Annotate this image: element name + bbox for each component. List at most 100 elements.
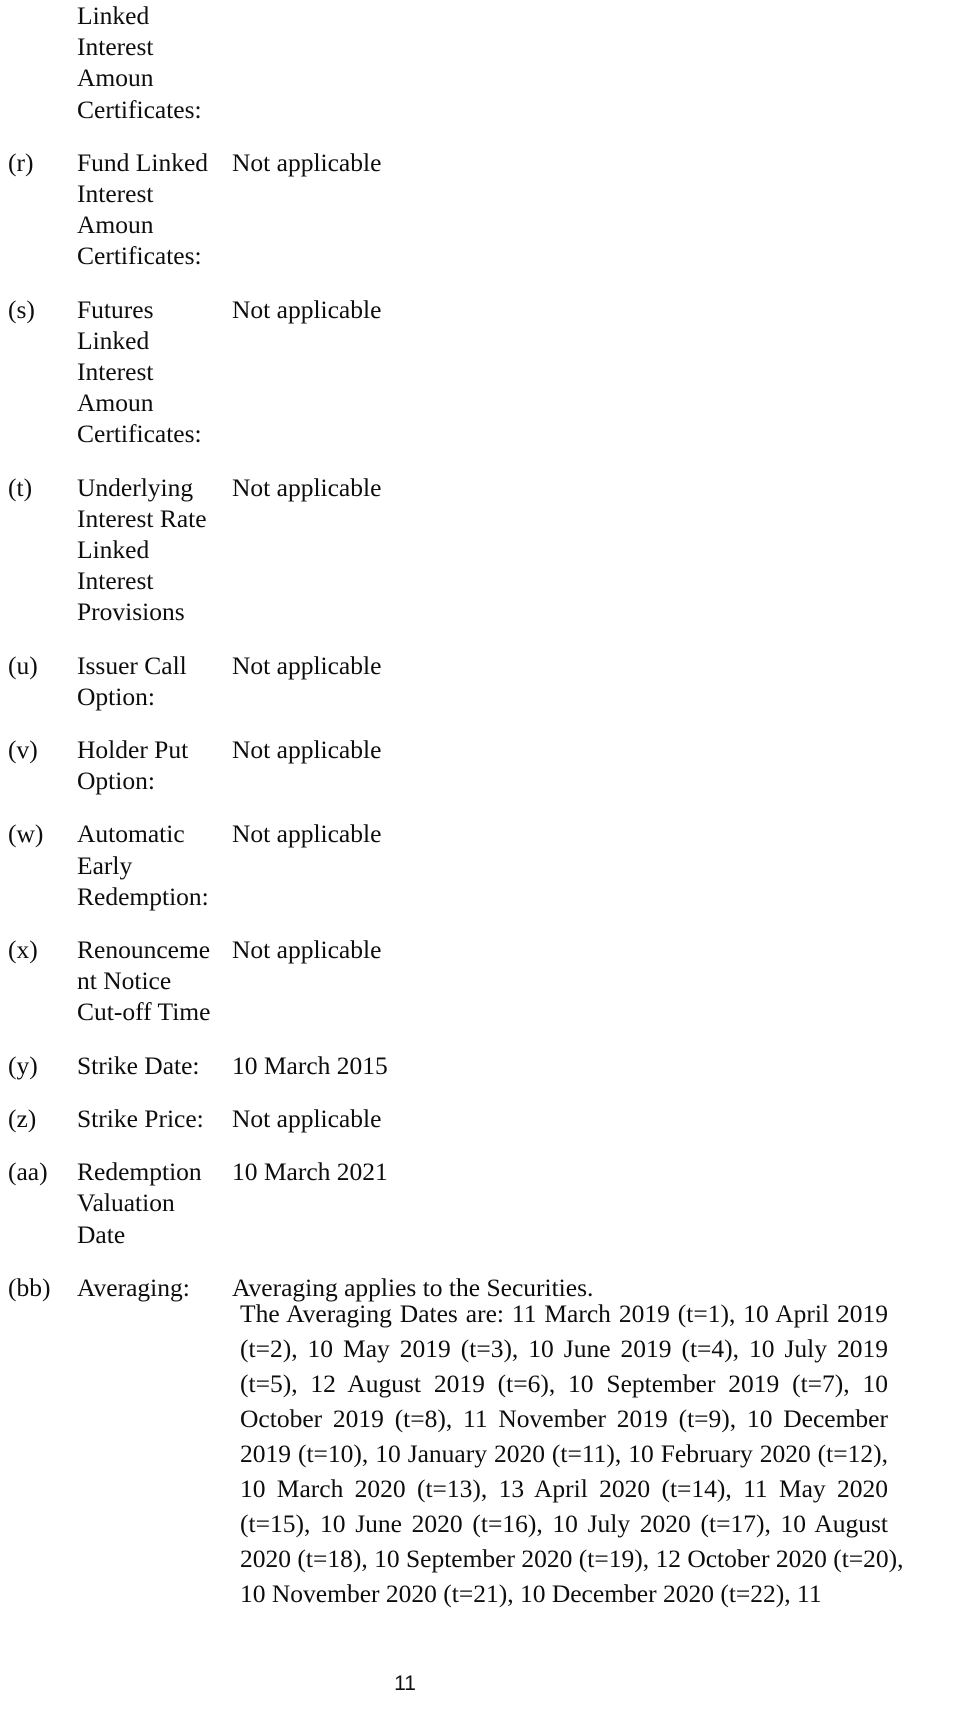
term-value: Not applicable: [232, 472, 382, 502]
spacer-cell: [232, 796, 930, 818]
spacer-cell: [0, 796, 77, 818]
spacer-cell: [232, 628, 930, 650]
spacer-cell: [232, 125, 930, 147]
row-spacer: [0, 712, 930, 734]
spacer-cell: [232, 1134, 930, 1156]
spacer-cell: [77, 1250, 232, 1272]
row-spacer: [0, 272, 930, 294]
spacer-cell: [232, 272, 930, 294]
spacer-cell: [77, 796, 232, 818]
row-spacer: [0, 796, 930, 818]
term-name: Automatic Early Redemption:: [77, 818, 232, 912]
table-row: (z) Strike Price: Not applicable: [0, 1103, 930, 1134]
spacer-cell: [77, 1081, 232, 1103]
term-value: Not applicable: [232, 1103, 382, 1133]
term-name-line: Certificates:: [77, 94, 202, 124]
averaging-dates-line: (t=15), 10 June 2020 (t=16), 10 July 202…: [240, 1509, 888, 1538]
spacer-cell: [232, 1028, 930, 1050]
averaging-dates-paragraph: The Averaging Dates are: 11 March 2019 (…: [240, 1296, 904, 1611]
term-value: Not applicable: [232, 935, 382, 965]
term-name-line: Averaging:: [77, 1272, 190, 1302]
spacer-cell: [232, 450, 930, 472]
spacer-cell: [0, 1028, 77, 1050]
table-row: (x) Renounceme nt Notice Cut-off Time No…: [0, 934, 930, 1028]
row-spacer: [0, 628, 930, 650]
term-name-line: Issuer Call: [77, 650, 187, 680]
spacer-cell: [232, 912, 930, 934]
table-row: (y) Strike Date: 10 March 2015: [0, 1050, 930, 1081]
term-name-line: Early: [77, 850, 133, 880]
term-letter: (v): [8, 735, 38, 765]
term-name: Futures Linked Interest Amoun Certificat…: [77, 294, 232, 450]
row-spacer: [0, 450, 930, 472]
term-value: 10 March 2015: [232, 1050, 388, 1080]
spacer-cell: [0, 1081, 77, 1103]
term-name-line: Provisions: [77, 597, 185, 627]
term-letter: (s): [8, 294, 35, 324]
table-row: (s) Futures Linked Interest Amoun Certif…: [0, 294, 930, 450]
spacer-cell: [77, 272, 232, 294]
term-name-line: Futures: [77, 294, 154, 324]
spacer-cell: [77, 125, 232, 147]
row-spacer: [0, 125, 930, 147]
term-name: Fund Linked Interest Amoun Certificates:: [77, 147, 232, 272]
term-value: Not applicable: [232, 294, 382, 324]
table-row: (w) Automatic Early Redemption: Not appl…: [0, 818, 930, 912]
final-terms-table-body: Linked Interest Amoun Certificates: (r) …: [0, 0, 930, 1303]
term-name-line: Strike Price:: [77, 1103, 204, 1133]
row-spacer: [0, 1028, 930, 1050]
term-letter: (t): [8, 472, 33, 502]
term-name-line: Underlying: [77, 472, 194, 502]
term-name-line: Interest: [77, 32, 154, 62]
term-letter: (bb): [8, 1272, 51, 1302]
term-name-line: Certificates:: [77, 241, 202, 271]
term-name-line: Cut-off Time: [77, 997, 211, 1027]
spacer-cell: [77, 1028, 232, 1050]
term-letter: (x): [8, 935, 38, 965]
term-name-line: Amoun: [77, 210, 154, 240]
term-name: Averaging:: [77, 1272, 232, 1303]
spacer-cell: [232, 1250, 930, 1272]
term-name: Strike Price:: [77, 1103, 232, 1134]
term-name: Strike Date:: [77, 1050, 232, 1081]
row-spacer: [0, 1250, 930, 1272]
spacer-cell: [0, 912, 77, 934]
term-name: Holder Put Option:: [77, 734, 232, 796]
term-letter: (aa): [8, 1157, 48, 1187]
averaging-dates-line: The Averaging Dates are: 11 March 2019 (…: [240, 1299, 888, 1328]
term-value: Not applicable: [232, 819, 382, 849]
spacer-cell: [0, 628, 77, 650]
table-row: (r) Fund Linked Interest Amoun Certifica…: [0, 147, 930, 272]
term-value: Not applicable: [232, 650, 382, 680]
term-name-line: nt Notice: [77, 966, 172, 996]
term-name-line: Redemption:: [77, 881, 209, 911]
term-name: Linked Interest Amoun Certificates:: [77, 0, 232, 125]
spacer-cell: [232, 712, 930, 734]
spacer-cell: [77, 1134, 232, 1156]
term-letter: (z): [8, 1103, 37, 1133]
term-letter: (y): [8, 1050, 38, 1080]
term-name: Issuer Call Option:: [77, 650, 232, 712]
term-name-line: Amoun: [77, 388, 154, 418]
final-terms-table: Linked Interest Amoun Certificates: (r) …: [0, 0, 930, 1303]
term-letter: (w): [8, 819, 44, 849]
spacer-cell: [0, 1134, 77, 1156]
term-value: [232, 0, 930, 125]
spacer-cell: [0, 712, 77, 734]
averaging-dates-line: 2019 (t=10), 10 January 2020 (t=11), 10 …: [240, 1439, 888, 1468]
term-name-line: Option:: [77, 766, 155, 796]
term-letter: [0, 0, 77, 125]
spacer-cell: [77, 912, 232, 934]
term-name-line: Interest: [77, 179, 154, 209]
term-name: Renounceme nt Notice Cut-off Time: [77, 934, 232, 1028]
spacer-cell: [0, 450, 77, 472]
averaging-dates-line: 10 March 2020 (t=13), 13 April 2020 (t=1…: [240, 1474, 888, 1503]
spacer-cell: [0, 1250, 77, 1272]
term-name-line: Interest Rate: [77, 503, 207, 533]
term-name: Redemption Valuation Date: [77, 1156, 232, 1250]
term-name-line: Renounceme: [77, 935, 211, 965]
term-name-line: Amoun: [77, 63, 154, 93]
row-spacer: [0, 1081, 930, 1103]
averaging-dates-line: (t=5), 12 August 2019 (t=6), 10 Septembe…: [240, 1369, 888, 1398]
table-row: (u) Issuer Call Option: Not applicable: [0, 650, 930, 712]
